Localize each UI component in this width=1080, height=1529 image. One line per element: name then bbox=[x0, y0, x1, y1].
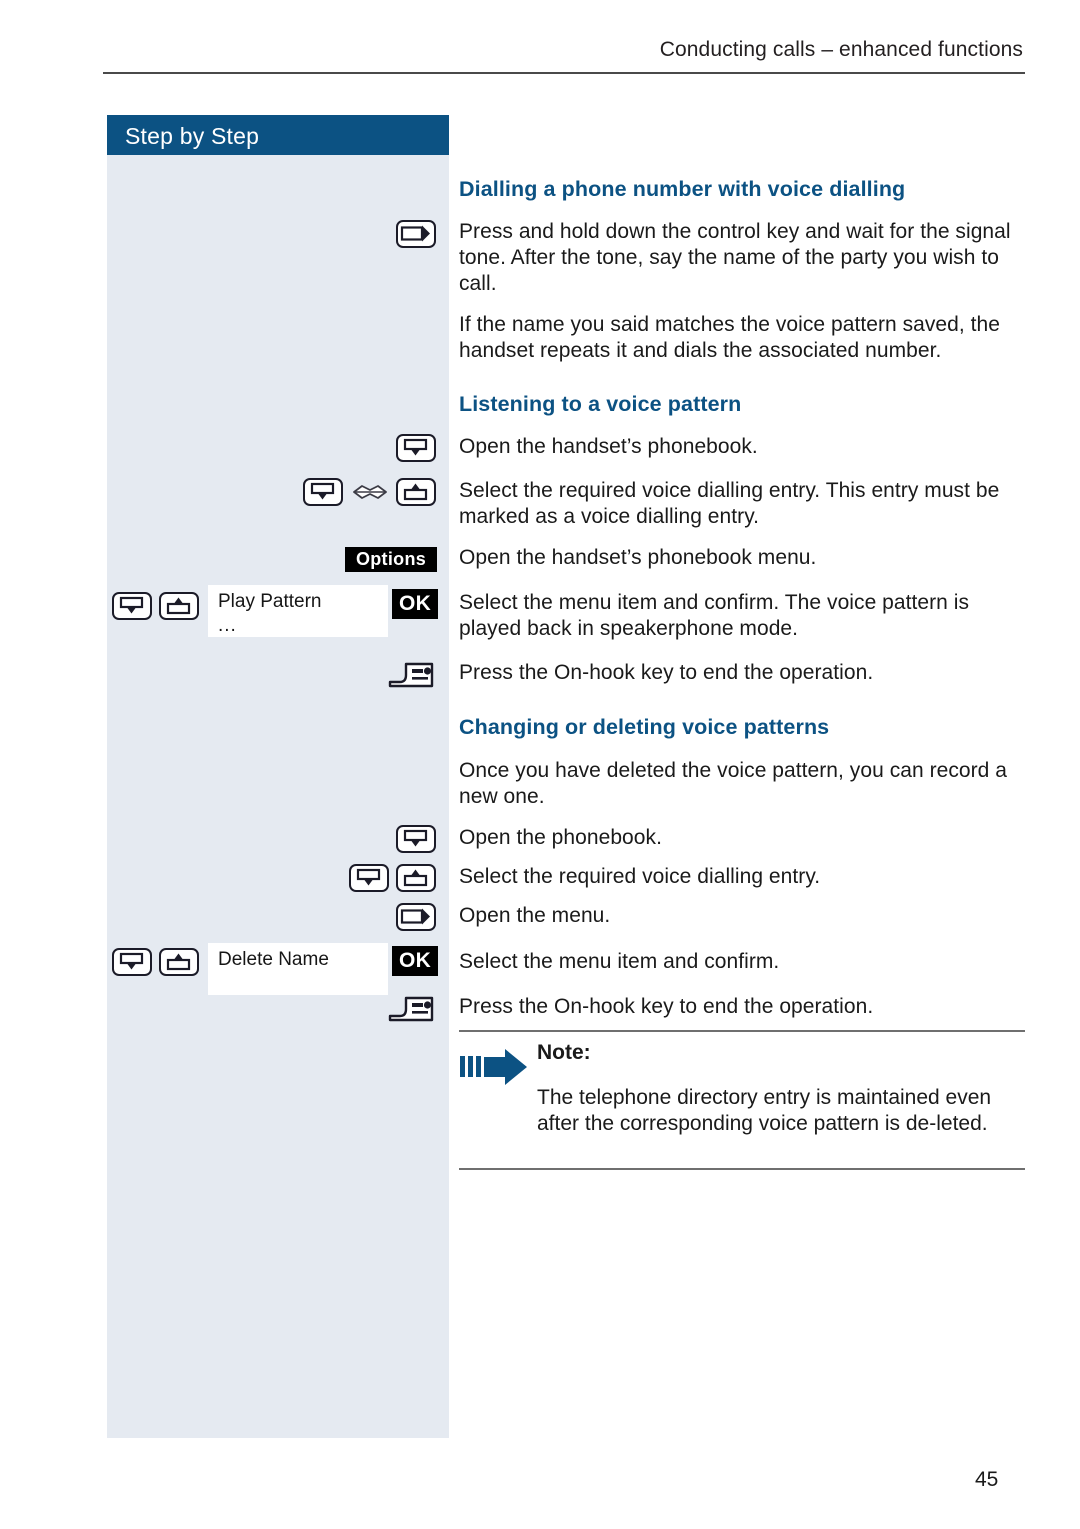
paragraph-changing-5: Select the menu item and confirm. bbox=[459, 950, 780, 973]
control-key-right-icon[interactable] bbox=[396, 903, 436, 931]
paragraph-changing-3: Select the required voice dialling entry… bbox=[459, 865, 821, 888]
section-heading-changing: Changing or deleting voice patterns bbox=[459, 715, 830, 739]
control-key-down-icon[interactable] bbox=[349, 864, 389, 892]
control-key-up-icon[interactable] bbox=[159, 592, 199, 620]
paragraph-dialling-2: If the name you said matches the voice p… bbox=[459, 313, 1000, 362]
ok-softkey-label: OK bbox=[398, 592, 432, 615]
control-key-down-icon[interactable] bbox=[396, 434, 436, 462]
note-text: The telephone directory entry is maintai… bbox=[537, 1086, 992, 1135]
display-line-1: Play Pattern bbox=[218, 591, 322, 612]
control-key-down-icon[interactable] bbox=[396, 825, 436, 853]
paragraph-listening-3: Open the handset’s phonebook menu. bbox=[459, 546, 817, 569]
section-heading-dialling: Dialling a phone number with voice diall… bbox=[459, 177, 906, 201]
control-key-down-icon[interactable] bbox=[112, 592, 152, 620]
on-hook-key-icon[interactable] bbox=[386, 660, 438, 692]
control-key-right-icon[interactable] bbox=[396, 220, 436, 248]
options-softkey[interactable]: Options bbox=[345, 547, 437, 572]
step-by-step-label: Step by Step bbox=[125, 123, 260, 149]
note-title: Note: bbox=[537, 1041, 591, 1064]
on-hook-key-icon[interactable] bbox=[386, 994, 438, 1026]
paragraph-listening-4: Select the menu item and confirm. The vo… bbox=[459, 591, 970, 640]
control-key-up-icon[interactable] bbox=[396, 478, 436, 506]
control-key-up-icon[interactable] bbox=[159, 948, 199, 976]
paragraph-changing-1: Once you have deleted the voice pattern,… bbox=[459, 759, 1008, 808]
handset-display-play-pattern: Play Pattern ... bbox=[208, 585, 388, 637]
control-key-down-icon[interactable] bbox=[112, 948, 152, 976]
control-key-down-icon[interactable] bbox=[303, 478, 343, 506]
ok-softkey[interactable]: OK bbox=[392, 946, 438, 976]
paragraph-changing-6: Press the On-hook key to end the operati… bbox=[459, 995, 874, 1018]
note-top-divider bbox=[459, 1030, 1025, 1032]
ok-softkey[interactable]: OK bbox=[392, 589, 438, 619]
paragraph-dialling-1: Press and hold down the control key and … bbox=[459, 220, 1011, 295]
sidebar-panel bbox=[107, 155, 449, 1438]
control-key-up-icon[interactable] bbox=[396, 864, 436, 892]
options-softkey-label: Options bbox=[355, 549, 427, 569]
handset-display-delete-name: Delete Name bbox=[208, 943, 388, 995]
page-header: Conducting calls – enhanced functions bbox=[659, 38, 1023, 61]
ok-softkey-label: OK bbox=[398, 949, 432, 972]
display-line-1: Delete Name bbox=[218, 949, 329, 970]
header-divider bbox=[103, 72, 1025, 74]
page-number: 45 bbox=[975, 1468, 999, 1491]
note-bottom-divider bbox=[459, 1168, 1025, 1170]
paragraph-listening-2: Select the required voice dialling entry… bbox=[459, 479, 1000, 528]
paragraph-changing-4: Open the menu. bbox=[459, 904, 611, 927]
paragraph-listening-5: Press the On-hook key to end the operati… bbox=[459, 661, 874, 684]
note-arrow-icon bbox=[459, 1048, 533, 1086]
step-by-step-banner: Step by Step bbox=[107, 115, 449, 157]
paragraph-listening-1: Open the handset’s phonebook. bbox=[459, 435, 758, 458]
paragraph-changing-2: Open the phonebook. bbox=[459, 826, 662, 849]
section-heading-listening: Listening to a voice pattern bbox=[459, 392, 742, 416]
display-line-2: ... bbox=[218, 615, 237, 636]
voice-lips-icon bbox=[352, 480, 388, 504]
